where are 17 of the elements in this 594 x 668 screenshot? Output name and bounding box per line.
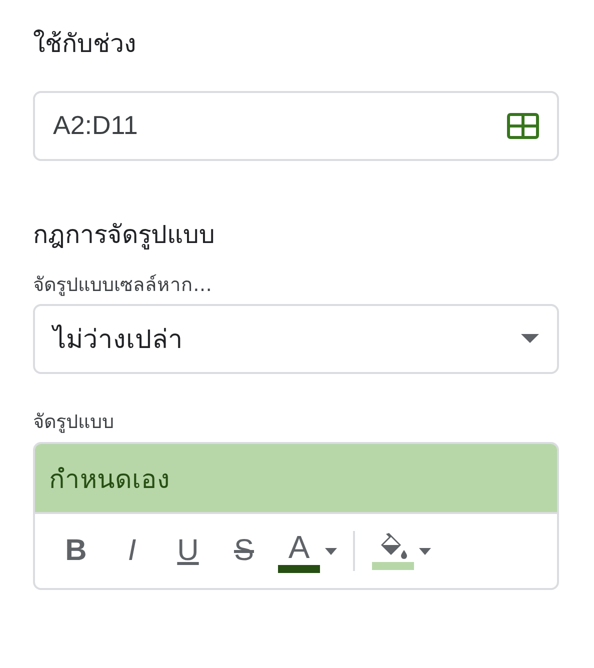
text-color-button[interactable]: A (277, 521, 337, 582)
caret-icon (419, 548, 431, 555)
format-preview: กำหนดเอง (35, 444, 557, 514)
field-label: จัดรูปแบบ (33, 410, 115, 434)
text-color-letter: A (288, 529, 310, 566)
section-title: กฎการจัดรูปแบบ (33, 218, 216, 251)
range-field[interactable]: A2:D11 (33, 90, 559, 160)
bold-button[interactable]: B (53, 528, 99, 574)
dropdown-arrow-icon (521, 334, 539, 344)
italic-button[interactable]: I (109, 528, 155, 574)
strikethrough-button[interactable]: S (221, 528, 267, 574)
caret-icon (325, 548, 337, 555)
section-title: ใช้กับช่วง (33, 28, 137, 60)
grid-icon (507, 112, 539, 138)
condition-dropdown[interactable]: ไม่ว่างเปล่า (33, 304, 559, 374)
underline-button[interactable]: U (165, 528, 211, 574)
field-label: จัดรูปแบบเซลล์หาก… (33, 273, 213, 298)
